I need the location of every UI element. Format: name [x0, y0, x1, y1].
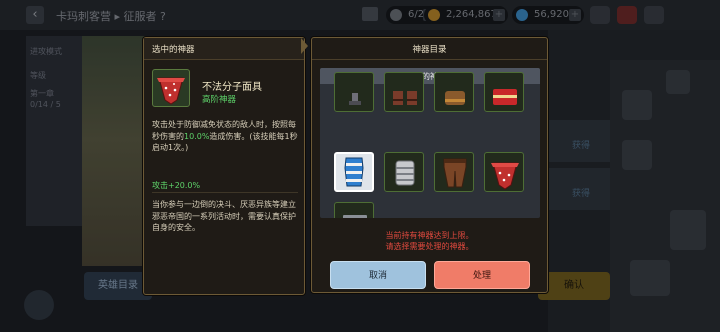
staff-icon: [349, 93, 361, 105]
capacity-warning-line2: 请选择需要处理的神器。: [385, 242, 474, 251]
selected-artifact-header: 选中的神器: [144, 38, 304, 60]
lore-text: 当你参与一边倒的决斗、厌恶异族等建立邪恶帝国的一系列活动时，需要认真保护自身的安…: [152, 200, 296, 232]
bandana-mask-icon: [157, 77, 185, 105]
boots-icon: [393, 91, 417, 105]
capacity-warning-line1: 当前持有神器达到上限。: [385, 231, 474, 240]
selected-artifact-panel: 选中的神器 不法分子面具 高阶神器 攻击处于防御减免状态的敌人时，按照每秒伤害的…: [143, 37, 305, 295]
bandana-mask-icon: [491, 162, 519, 190]
capacity-warning: 当前持有神器达到上限。 请选择需要处理的神器。: [312, 230, 547, 252]
attack-bonus: 攻击+20.0%: [152, 181, 201, 190]
skill-damage-percent: 10.0%: [184, 131, 210, 141]
artifact-catalog-panel: 神器目录 我的神器 当前持有神器达到上限。 请选择需要处理的神器。 取消 处理: [311, 37, 548, 293]
item-grade: 高阶神器: [202, 95, 237, 105]
blue-armor-icon: [344, 157, 364, 187]
artifact-slot[interactable]: [484, 72, 524, 112]
artifact-grid: 我的神器: [320, 68, 540, 218]
divider: [152, 192, 298, 193]
revolver-icon: [343, 215, 367, 218]
gauntlet-icon: [445, 91, 465, 105]
armguard-icon: [395, 160, 415, 186]
catalog-header: 神器目录: [312, 38, 547, 60]
skill-description: 攻击处于防御减免状态的敌人时，按照每秒伤害的10.0%造成伤害。(该技能每1秒启…: [152, 119, 300, 154]
artifact-slot[interactable]: [384, 152, 424, 192]
artifact-slot[interactable]: [334, 72, 374, 112]
selected-item-frame: [152, 69, 190, 107]
process-button[interactable]: 处理: [434, 261, 530, 289]
artifact-slot[interactable]: [434, 72, 474, 112]
item-name: 不法分子面具: [202, 82, 262, 93]
panel-pointer-arrow: [301, 38, 308, 54]
artifact-slot[interactable]: [434, 152, 474, 192]
artifact-slot[interactable]: [484, 152, 524, 192]
artifact-slot[interactable]: [384, 72, 424, 112]
catalog-title: 神器目录: [412, 45, 447, 55]
selected-artifact-title: 选中的神器: [152, 45, 195, 55]
artifact-slot[interactable]: [334, 202, 374, 218]
cancel-button[interactable]: 取消: [330, 261, 426, 289]
artifact-slot-selected[interactable]: [334, 152, 374, 192]
leather-pants-icon: [443, 158, 467, 188]
red-chest-icon: [493, 89, 517, 105]
